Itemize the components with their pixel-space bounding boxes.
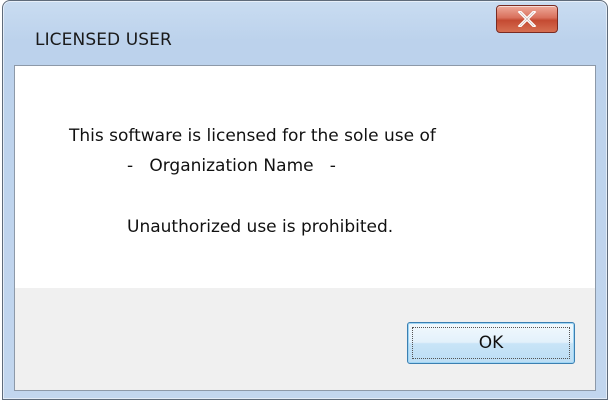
window-title: LICENSED USER (35, 30, 172, 50)
message-panel: This software is licensed for the sole u… (15, 66, 595, 288)
close-button[interactable] (496, 5, 558, 33)
ok-button-label: OK (478, 333, 504, 353)
dialog-window: LICENSED USER This software is licensed … (2, 0, 608, 400)
ok-button[interactable]: OK (407, 322, 575, 364)
dialog-client-area: This software is licensed for the sole u… (14, 65, 596, 391)
license-message: This software is licensed for the sole u… (69, 126, 436, 146)
prohibition-message: Unauthorized use is prohibited. (127, 217, 394, 237)
organization-name: - Organization Name - (127, 156, 336, 176)
close-x-icon (517, 11, 537, 27)
